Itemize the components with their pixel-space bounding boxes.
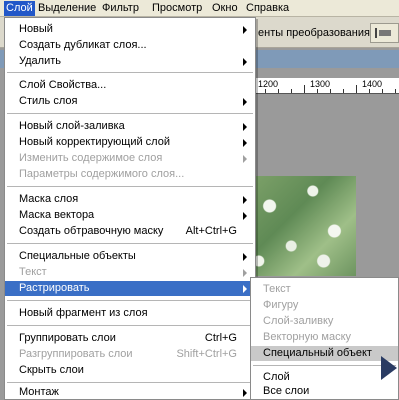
pointer-arrow-icon [381, 356, 397, 380]
menu-separator [7, 382, 253, 383]
shortcut-label: Alt+Ctrl+G [185, 225, 237, 237]
menu-item-label: Текст [19, 266, 47, 278]
menu-item-label: Растрировать [19, 282, 90, 294]
menu-separator [7, 243, 253, 244]
submenu-arrow-icon [243, 98, 247, 106]
menu-select[interactable]: Выделение [38, 2, 96, 15]
menu-item-new-slice-from-layer[interactable]: Новый фрагмент из слоя [5, 306, 255, 321]
align-button[interactable] [370, 23, 399, 43]
transform-controls-label: енты преобразования [258, 27, 370, 39]
ruler-tick [369, 89, 370, 93]
submenu-arrow-icon [243, 139, 247, 147]
ruler-tick [291, 89, 292, 93]
menu-item-label: Слой Свойства... [19, 79, 107, 91]
submenu-item-all-layers[interactable]: Все слои [251, 384, 398, 399]
submenu-arrow-icon [243, 26, 247, 34]
menu-item-layer-content-options[interactable]: Параметры содержимого слоя... [5, 167, 255, 182]
menu-item-label: Группировать слои [19, 332, 116, 344]
menu-view[interactable]: Просмотр [152, 2, 202, 15]
submenu-arrow-icon [243, 212, 247, 220]
menu-separator [7, 186, 253, 187]
submenu-arrow-icon [243, 58, 247, 66]
ruler-tick [278, 89, 279, 93]
menu-item-new-fill-layer[interactable]: Новый слой-заливка [5, 119, 255, 134]
ruler-tick [356, 85, 357, 93]
align-icon [375, 28, 391, 38]
submenu-arrow-icon [243, 389, 247, 397]
menu-item-label: Новый корректирующий слой [19, 136, 170, 148]
menu-item-type[interactable]: Текст [5, 265, 255, 280]
menu-item-label: Создать дубликат слоя... [19, 39, 147, 51]
menu-item-arrange[interactable]: Монтаж [5, 385, 255, 400]
submenu-item-shape[interactable]: Фигуру [251, 298, 398, 313]
menu-help[interactable]: Справка [246, 2, 289, 15]
menu-separator [7, 325, 253, 326]
menu-item-label: Изменить содержимое слоя [19, 152, 163, 164]
menu-item-label: Создать обтравочную маску [19, 225, 164, 237]
submenu-arrow-icon [243, 196, 247, 204]
submenu-item-type[interactable]: Текст [251, 282, 398, 297]
menu-item-rasterize[interactable]: Растрировать [5, 281, 255, 296]
menu-item-ungroup-layers[interactable]: Разгруппировать слои Shift+Ctrl+G [5, 347, 255, 362]
submenu-arrow-icon [243, 285, 247, 293]
menu-item-label: Новый фрагмент из слоя [19, 307, 148, 319]
menu-item-label: Новый [19, 23, 53, 35]
menu-filter[interactable]: Фильтр [102, 2, 139, 15]
menu-item-new-adjustment-layer[interactable]: Новый корректирующий слой [5, 135, 255, 150]
menu-item-group-layers[interactable]: Группировать слои Ctrl+G [5, 331, 255, 346]
horizontal-ruler: 1200 1300 1400 [248, 78, 399, 94]
ruler-tick [265, 89, 266, 93]
ruler-tick [330, 89, 331, 93]
shortcut-label: Ctrl+G [204, 332, 237, 344]
menu-item-label: Новый слой-заливка [19, 120, 125, 132]
menu-item-label: Маска слоя [19, 193, 79, 205]
layer-dropdown-menu: Новый Создать дубликат слоя... Удалить С… [4, 17, 256, 400]
menubar: Слой Выделение Фильтр Просмотр Окно Спра… [0, 0, 399, 17]
menu-item-layer-properties[interactable]: Слой Свойства... [5, 78, 255, 93]
menu-item-label: Разгруппировать слои [19, 348, 133, 360]
menu-layer[interactable]: Слой [4, 1, 35, 16]
menu-item-layer-mask[interactable]: Маска слоя [5, 192, 255, 207]
menu-item-duplicate-layer[interactable]: Создать дубликат слоя... [5, 38, 255, 53]
menu-separator [7, 113, 253, 114]
menu-separator [253, 365, 396, 366]
submenu-arrow-icon [243, 269, 247, 277]
submenu-item-layer[interactable]: Слой [251, 370, 398, 385]
menu-item-label: Специальные объекты [19, 250, 136, 262]
menu-item-label: Удалить [19, 55, 61, 67]
menu-item-label: Монтаж [19, 386, 59, 398]
menu-item-label: Скрыть слои [19, 364, 84, 376]
menu-item-vector-mask[interactable]: Маска вектора [5, 208, 255, 223]
ruler-label: 1200 [258, 79, 279, 89]
ruler-tick [343, 89, 344, 93]
menu-item-label: Стиль слоя [19, 95, 78, 107]
menu-item-new[interactable]: Новый [5, 22, 255, 37]
menu-item-delete[interactable]: Удалить [5, 54, 255, 69]
menu-separator [7, 72, 253, 73]
menu-separator [7, 300, 253, 301]
shortcut-label: Shift+Ctrl+G [176, 348, 237, 360]
ruler-tick [382, 89, 383, 93]
submenu-arrow-icon [243, 123, 247, 131]
canvas-image [248, 176, 356, 276]
menu-item-label: Параметры содержимого слоя... [19, 168, 185, 180]
ruler-tick [317, 89, 318, 93]
submenu-item-vector-mask[interactable]: Векторную маску [251, 330, 398, 345]
ruler-label: 1400 [362, 79, 383, 89]
menu-item-layer-style[interactable]: Стиль слоя [5, 94, 255, 109]
ruler-label: 1300 [310, 79, 331, 89]
menu-item-clipping-mask[interactable]: Создать обтравочную маску Alt+Ctrl+G [5, 224, 255, 239]
submenu-item-smart-object[interactable]: Специальный объект [251, 346, 398, 361]
submenu-item-fill-content[interactable]: Слой-заливку [251, 314, 398, 329]
menu-window[interactable]: Окно [212, 2, 238, 15]
submenu-arrow-icon [243, 253, 247, 261]
menu-item-change-layer-content[interactable]: Изменить содержимое слоя [5, 151, 255, 166]
menu-item-hide-layers[interactable]: Скрыть слои [5, 363, 255, 378]
rasterize-submenu: Текст Фигуру Слой-заливку Векторную маск… [250, 277, 399, 400]
ruler-tick [304, 85, 305, 93]
submenu-arrow-icon [243, 155, 247, 163]
ruler-tick [395, 89, 396, 93]
menu-item-label: Маска вектора [19, 209, 95, 221]
menu-item-smart-objects[interactable]: Специальные объекты [5, 249, 255, 264]
